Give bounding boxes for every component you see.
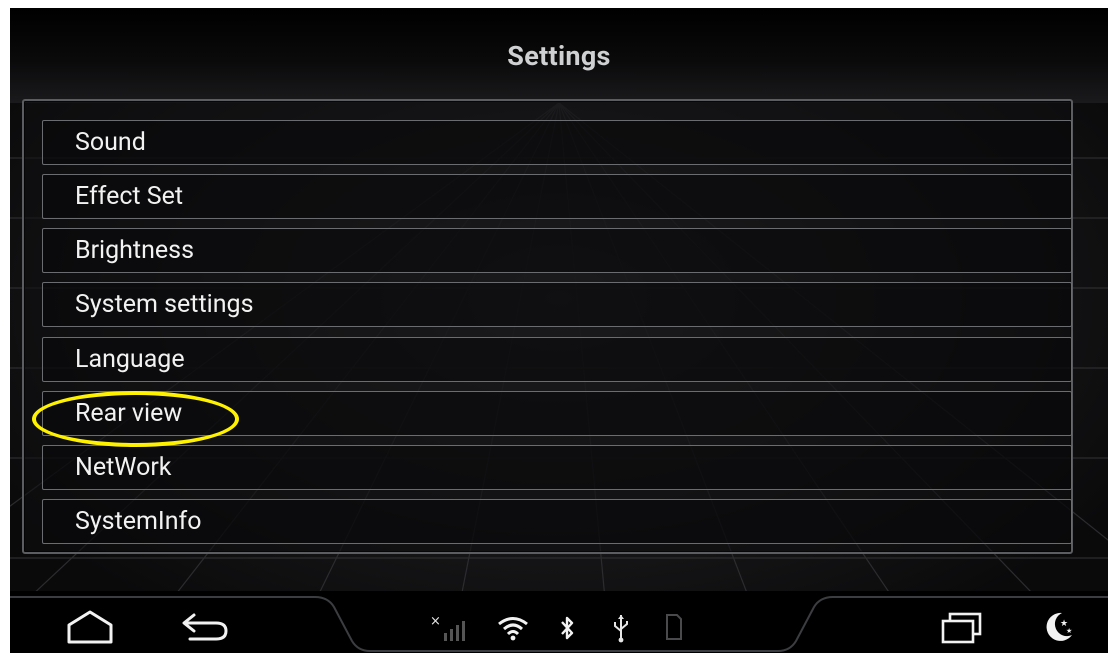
bluetooth-icon bbox=[561, 616, 574, 640]
night-mode-icon[interactable]: ★ ★ bbox=[1042, 609, 1076, 645]
menu-item-language[interactable]: Language bbox=[42, 337, 1072, 382]
menu-item-network[interactable]: NetWork bbox=[42, 445, 1072, 490]
svg-text:×: × bbox=[430, 614, 441, 629]
wifi-icon bbox=[498, 617, 528, 641]
no-signal-icon: × bbox=[430, 614, 465, 641]
menu-item-system-settings[interactable]: System settings bbox=[42, 282, 1072, 327]
home-icon[interactable] bbox=[65, 609, 115, 645]
settings-menu: Sound Effect Set Brightness System setti… bbox=[22, 99, 1073, 554]
back-icon[interactable] bbox=[180, 611, 230, 643]
usb-icon bbox=[614, 615, 628, 643]
menu-item-effect-set[interactable]: Effect Set bbox=[42, 174, 1072, 219]
svg-text:★: ★ bbox=[1066, 627, 1072, 635]
menu-item-brightness[interactable]: Brightness bbox=[42, 228, 1072, 273]
device-screen: Settings Sound Effect Set Brightness Sys… bbox=[10, 8, 1108, 653]
navigation-bar: × ★ ★ bbox=[10, 591, 1108, 653]
menu-item-sound[interactable]: Sound bbox=[42, 120, 1072, 165]
menu-item-rear-view[interactable]: Rear view bbox=[42, 391, 1072, 436]
title-bar: Settings bbox=[10, 8, 1108, 103]
recent-apps-icon[interactable] bbox=[940, 611, 984, 645]
sd-card-icon bbox=[666, 614, 682, 640]
page-title: Settings bbox=[507, 40, 611, 72]
menu-item-systeminfo[interactable]: SystemInfo bbox=[42, 499, 1072, 544]
